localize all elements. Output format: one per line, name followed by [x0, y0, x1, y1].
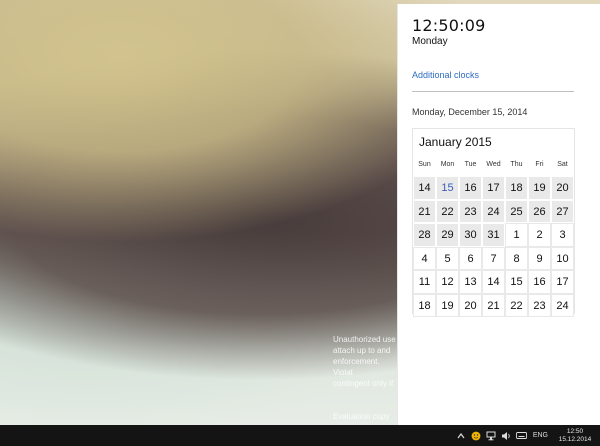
chevron-up-icon[interactable] [455, 429, 468, 442]
calendar-day[interactable]: 19 [528, 176, 551, 200]
calendar-day[interactable]: 13 [459, 270, 482, 294]
calendar-day[interactable]: 11 [413, 270, 436, 294]
calendar-day[interactable]: 30 [459, 223, 482, 247]
weekday-label: Wed [486, 161, 501, 168]
calendar-day[interactable]: 5 [436, 246, 459, 270]
calendar-day[interactable]: 2 [528, 223, 551, 247]
calendar-day[interactable]: 28 [413, 223, 436, 247]
calendar-day[interactable]: 21 [482, 293, 505, 317]
calendar-day[interactable]: 8 [505, 246, 528, 270]
calendar-day[interactable]: 16 [459, 176, 482, 200]
calendar-day[interactable]: 25 [505, 199, 528, 223]
smiley-icon[interactable] [470, 429, 483, 442]
full-date: Monday, December 15, 2014 [412, 107, 528, 117]
taskbar-date: 15.12.2014 [558, 435, 592, 443]
weekday-label: Mon [440, 161, 455, 168]
watermark-line: contingent only if [333, 379, 394, 388]
calendar-month-title[interactable]: January 2015 [419, 135, 492, 149]
calendar-day[interactable]: 24 [551, 293, 574, 317]
calendar: January 2015 Sun Mon Tue Wed Thu Fri Sat… [412, 128, 575, 317]
calendar-day[interactable]: 17 [551, 270, 574, 294]
desktop-watermark: Unauthorized use attach up to and enforc… [333, 334, 397, 389]
input-language[interactable]: ENG [533, 432, 548, 439]
calendar-day[interactable]: 27 [551, 199, 574, 223]
speaker-icon[interactable] [500, 429, 513, 442]
calendar-day[interactable]: 29 [436, 223, 459, 247]
watermark-line: enforcement. Violat [333, 357, 380, 377]
calendar-day[interactable]: 9 [528, 246, 551, 270]
calendar-day[interactable]: 31 [482, 223, 505, 247]
watermark-line: attach up to and [333, 346, 391, 355]
weekday-label: Sat [557, 161, 568, 168]
calendar-day[interactable]: 20 [551, 176, 574, 200]
weekday-label: Tue [464, 161, 477, 168]
calendar-day[interactable]: 6 [459, 246, 482, 270]
weekday-label: Thu [510, 161, 523, 168]
keyboard-icon[interactable] [515, 429, 528, 442]
taskbar: ENG 12:50 15.12.2014 [0, 425, 600, 446]
taskbar-time: 12:50 [566, 427, 584, 435]
watermark-line: Unauthorized use [333, 335, 396, 344]
additional-clocks-link[interactable]: Additional clocks [412, 70, 479, 80]
calendar-day[interactable]: 12 [436, 270, 459, 294]
calendar-day[interactable]: 22 [505, 293, 528, 317]
calendar-day[interactable]: 26 [528, 199, 551, 223]
calendar-day[interactable]: 17 [482, 176, 505, 200]
weekday-label: Fri [535, 161, 544, 168]
calendar-day[interactable]: 21 [413, 199, 436, 223]
network-icon[interactable] [485, 429, 498, 442]
divider [412, 91, 574, 92]
calendar-day[interactable]: 18 [413, 293, 436, 317]
watermark-bottom: Evaluation copy [333, 412, 390, 421]
calendar-day[interactable]: 22 [436, 199, 459, 223]
calendar-day[interactable]: 19 [436, 293, 459, 317]
calendar-day[interactable]: 23 [459, 199, 482, 223]
calendar-day[interactable]: 20 [459, 293, 482, 317]
calendar-day-today[interactable]: 15 [436, 176, 459, 200]
calendar-day[interactable]: 15 [505, 270, 528, 294]
system-tray: ENG 12:50 15.12.2014 [455, 425, 600, 446]
calendar-day[interactable]: 14 [482, 270, 505, 294]
clock-time: 12:50:09 [412, 16, 486, 35]
clock-calendar-flyout: 12:50:09 Monday Additional clocks Monday… [397, 4, 600, 425]
calendar-day[interactable]: 10 [551, 246, 574, 270]
calendar-day[interactable]: 23 [528, 293, 551, 317]
calendar-weekday-row: Sun Mon Tue Wed Thu Fri Sat [413, 157, 574, 173]
calendar-day[interactable]: 14 [413, 176, 436, 200]
calendar-day[interactable]: 24 [482, 199, 505, 223]
calendar-day[interactable]: 16 [528, 270, 551, 294]
taskbar-clock[interactable]: 12:50 15.12.2014 [556, 428, 594, 444]
calendar-day[interactable]: 3 [551, 223, 574, 247]
calendar-day[interactable]: 7 [482, 246, 505, 270]
clock-day: Monday [412, 36, 448, 47]
calendar-day[interactable]: 1 [505, 223, 528, 247]
calendar-day[interactable]: 4 [413, 246, 436, 270]
calendar-day[interactable]: 18 [505, 176, 528, 200]
weekday-label: Sun [418, 161, 431, 168]
calendar-day-grid: 14 15 16 17 18 19 20 21 22 23 24 25 26 2… [413, 176, 574, 317]
